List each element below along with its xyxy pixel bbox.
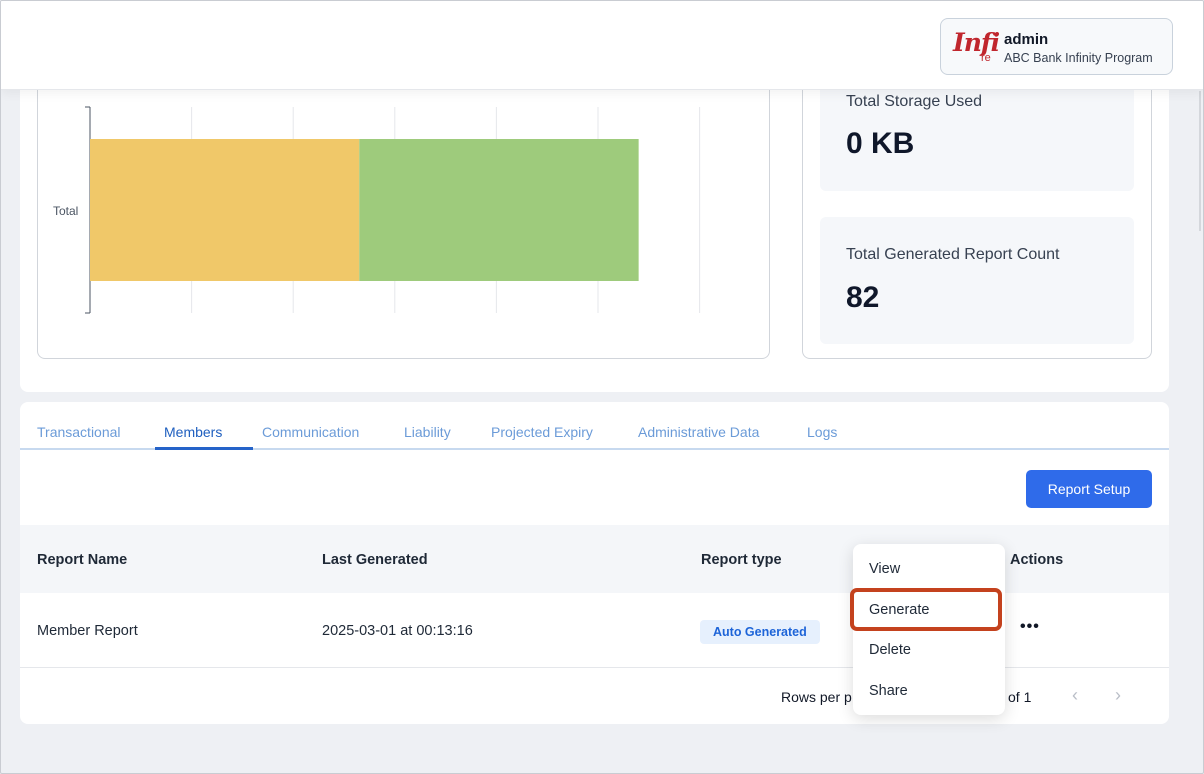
bar-segment-1 bbox=[90, 139, 360, 281]
bar-segment-2 bbox=[359, 139, 639, 281]
report-setup-button[interactable]: Report Setup bbox=[1026, 470, 1152, 508]
menu-item-share[interactable]: Share bbox=[869, 683, 908, 699]
tab-transactional[interactable]: Transactional bbox=[37, 424, 121, 440]
report-count-stat-tile: Total Generated Report Count 82 bbox=[820, 217, 1134, 344]
tab-logs[interactable]: Logs bbox=[807, 424, 837, 440]
tab-administrative-data[interactable]: Administrative Data bbox=[638, 424, 759, 440]
app-window: Infi re admin ABC Bank Infinity Program … bbox=[0, 0, 1204, 774]
rows-per-page-label: Rows per p bbox=[781, 689, 852, 705]
last-generated-cell: 2025-03-01 at 00:13:16 bbox=[322, 623, 473, 639]
prev-page-icon[interactable]: ‹ bbox=[1072, 685, 1078, 706]
tab-communication[interactable]: Communication bbox=[262, 424, 359, 440]
logo-subtext: re bbox=[981, 52, 991, 64]
column-header-actions: Actions bbox=[1010, 552, 1064, 568]
tab-projected-expiry[interactable]: Projected Expiry bbox=[491, 424, 593, 440]
user-organization: ABC Bank Infinity Program bbox=[1004, 51, 1153, 65]
more-actions-icon[interactable]: ••• bbox=[1020, 618, 1040, 636]
tab-members[interactable]: Members bbox=[164, 424, 222, 440]
menu-item-generate[interactable]: Generate bbox=[869, 602, 929, 618]
tab-liability[interactable]: Liability bbox=[404, 424, 451, 440]
stacked-bar-chart: Total bbox=[53, 106, 701, 314]
next-page-icon[interactable]: › bbox=[1115, 685, 1121, 706]
storage-value: 0 KB bbox=[846, 127, 915, 160]
page-scrollbar[interactable] bbox=[1199, 91, 1201, 231]
column-header-report-type: Report type bbox=[701, 552, 782, 568]
storage-label: Total Storage Used bbox=[846, 93, 983, 110]
column-header-report-name: Report Name bbox=[37, 552, 128, 568]
infinity-logo: Infi re bbox=[953, 28, 1000, 66]
column-header-last-generated: Last Generated bbox=[322, 552, 428, 568]
report-type-badge: Auto Generated bbox=[700, 620, 820, 644]
user-name: admin bbox=[1004, 31, 1049, 48]
user-profile-chip[interactable]: Infi re admin ABC Bank Infinity Program bbox=[940, 18, 1173, 75]
menu-item-view[interactable]: View bbox=[869, 561, 900, 577]
report-count-label: Total Generated Report Count bbox=[846, 246, 1060, 263]
page-info: of 1 bbox=[1008, 689, 1032, 705]
logo-text: Infi bbox=[953, 28, 1000, 57]
actions-dropdown-menu: View Generate Delete Share bbox=[853, 544, 1005, 715]
top-header: Infi re admin ABC Bank Infinity Program bbox=[1, 1, 1203, 90]
active-tab-indicator bbox=[155, 447, 253, 450]
menu-item-delete[interactable]: Delete bbox=[869, 642, 911, 658]
report-name-cell: Member Report bbox=[37, 623, 138, 639]
category-label: Total bbox=[53, 204, 78, 218]
report-tabs: Transactional Members Communication Liab… bbox=[20, 402, 1169, 450]
report-count-value: 82 bbox=[846, 281, 880, 314]
